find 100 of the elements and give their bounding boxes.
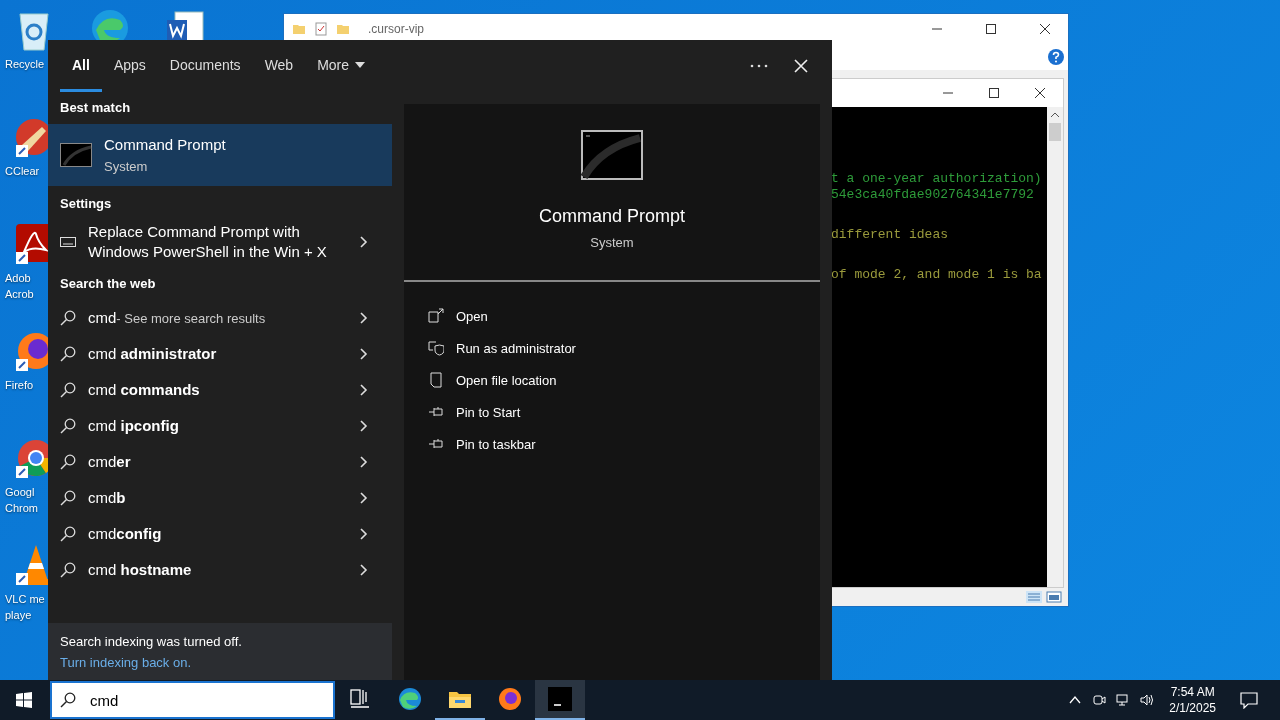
search-icon <box>60 490 76 506</box>
result-item[interactable]: cmd hostname <box>48 552 392 588</box>
preview-title: Command Prompt <box>538 206 686 227</box>
speaker-icon[interactable] <box>1140 693 1155 707</box>
search-icon <box>60 562 76 578</box>
result-item[interactable]: cmder <box>48 444 392 480</box>
search-icon <box>60 692 76 708</box>
chevron-right-icon[interactable] <box>360 348 368 360</box>
terminal-icon <box>581 130 643 180</box>
network-icon[interactable] <box>1116 693 1131 707</box>
search-icon <box>60 310 76 326</box>
result-type: System <box>104 159 149 174</box>
filter-tab[interactable]: All <box>60 40 102 92</box>
close-icon[interactable] <box>1040 24 1050 34</box>
camera-icon[interactable] <box>1092 693 1107 707</box>
checklist-icon[interactable] <box>314 22 328 36</box>
open-icon <box>428 308 444 324</box>
clock[interactable]: 7:54 AM 2/1/2025 <box>1169 684 1216 716</box>
result-item[interactable]: Replace Command Prompt with Windows PowerShell in the Win + X <box>48 220 392 264</box>
console-line: of mode 2, and mode 1 is ba <box>831 267 1043 283</box>
chevron-right-icon[interactable] <box>360 236 368 248</box>
chevron-right-icon[interactable] <box>360 528 368 540</box>
fox-browser-icon <box>498 687 522 711</box>
chevron-right-icon[interactable] <box>360 312 368 324</box>
filter-tab[interactable]: Web <box>252 40 306 92</box>
help-icon[interactable] <box>1048 49 1064 65</box>
console-line: different ideas <box>831 227 950 243</box>
action-item[interactable]: Pin to taskbar <box>428 428 796 460</box>
icon-label: Googl <box>4 485 35 500</box>
section-heading: Search the web <box>59 276 157 293</box>
action-item[interactable]: Open file location <box>428 364 796 396</box>
close-icon[interactable] <box>1035 88 1045 98</box>
result-label: cmder <box>88 452 132 472</box>
file-location-icon <box>428 372 444 388</box>
result-item[interactable]: Command Prompt System <box>48 124 392 186</box>
browser-icon <box>398 687 422 711</box>
console-line: 54e3ca40fdae902764341e7792 <box>831 187 1035 203</box>
chevron-right-icon[interactable] <box>360 564 368 576</box>
result-label: cmd- See more search results <box>88 307 267 328</box>
icon-label: VLC me <box>4 592 45 607</box>
action-item[interactable]: Pin to Start <box>428 396 796 428</box>
chevron-right-icon[interactable] <box>360 420 368 432</box>
result-item[interactable]: cmd- See more search results <box>48 300 392 336</box>
terminal-icon <box>60 143 92 167</box>
notifications-icon[interactable] <box>1240 691 1258 709</box>
result-label: Replace Command Prompt with Windows PowerShell in the Win + X <box>88 222 328 262</box>
caret-icon <box>355 61 366 68</box>
section-heading: Settings <box>59 196 113 213</box>
search-icon <box>60 382 76 398</box>
chevron-right-icon[interactable] <box>360 456 368 468</box>
shield-icon <box>428 340 444 356</box>
info-message: Search indexing was turned off. <box>60 633 243 649</box>
icon-label: Chrom <box>4 501 38 516</box>
result-label: cmd hostname <box>88 560 193 580</box>
icon-label: Acrob <box>4 287 34 302</box>
chevron-right-icon[interactable] <box>360 492 368 504</box>
scroll-thumb[interactable] <box>1049 123 1061 141</box>
preview-type: System <box>590 235 634 250</box>
thumbnail-view-icon[interactable] <box>1046 591 1062 603</box>
filter-tab[interactable]: Documents <box>157 40 253 92</box>
result-label: cmdb <box>88 488 127 508</box>
search-field[interactable]: cmd <box>50 681 335 719</box>
search-icon <box>60 454 76 470</box>
icon-label: Adob <box>4 271 31 286</box>
more-options-icon[interactable] <box>750 64 768 68</box>
result-item[interactable]: cmd ipconfig <box>48 408 392 444</box>
icon-label: playe <box>4 608 32 623</box>
result-label: cmd commands <box>88 380 201 400</box>
icon-label: CClear <box>4 164 40 179</box>
icon-label: Firefo <box>4 378 34 393</box>
windows-logo-icon <box>16 692 32 708</box>
action-item[interactable]: Open <box>428 300 796 332</box>
maximize-icon[interactable] <box>986 24 996 34</box>
window-title: .cursor-vip <box>368 22 424 36</box>
maximize-icon[interactable] <box>989 88 999 98</box>
result-item[interactable]: cmdb <box>48 480 392 516</box>
icon-label: Recycle <box>4 57 45 72</box>
action-item[interactable]: Run as administrator <box>428 332 796 364</box>
scroll-up-icon[interactable] <box>1050 112 1060 118</box>
result-label: cmd administrator <box>88 344 218 364</box>
enable-indexing-link[interactable]: Turn indexing back on. <box>60 654 192 670</box>
result-item[interactable]: cmdconfig <box>48 516 392 552</box>
result-item[interactable]: cmd commands <box>48 372 392 408</box>
result-label: cmd ipconfig <box>88 416 180 436</box>
result-label: cmdconfig <box>88 524 163 544</box>
console-line: t a one-year authorization) <box>831 171 1043 187</box>
section-heading: Best match <box>59 100 132 117</box>
search-icon <box>60 346 76 362</box>
terminal-icon <box>548 687 572 711</box>
scrollbar[interactable] <box>1047 107 1063 587</box>
taskbar-app-button[interactable] <box>535 680 585 720</box>
search-icon <box>60 526 76 542</box>
chevron-right-icon[interactable] <box>360 384 368 396</box>
task-view-icon <box>348 687 372 711</box>
result-title: Command Prompt <box>104 136 226 153</box>
filter-tab[interactable]: Apps <box>101 40 158 92</box>
keyboard-icon <box>60 234 76 250</box>
filter-tab[interactable]: More <box>305 40 378 92</box>
search-icon <box>60 418 76 434</box>
result-item[interactable]: cmd administrator <box>48 336 392 372</box>
